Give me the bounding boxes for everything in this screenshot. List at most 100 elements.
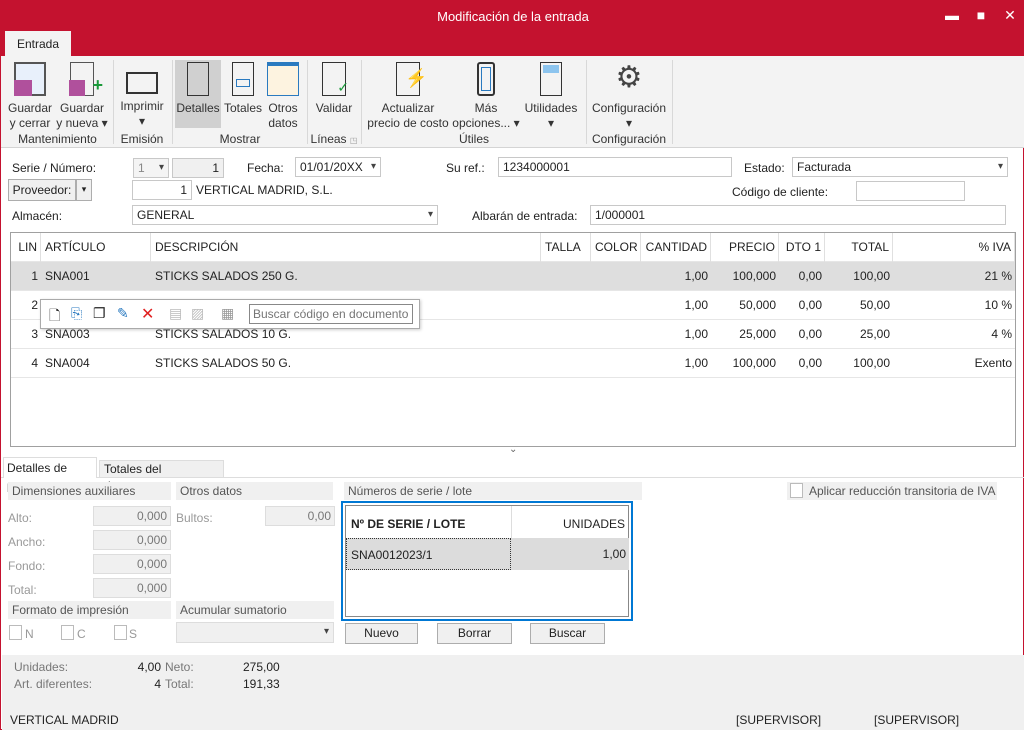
actualizar-precio-button[interactable]: ⚡ Actualizar precio de costo xyxy=(365,60,451,131)
dimensiones-section: Dimensiones auxiliares xyxy=(8,482,171,500)
totales-button[interactable]: Totales xyxy=(223,60,263,116)
fecha-picker[interactable]: 01/01/20XX xyxy=(295,157,381,177)
dialog-launcher-icon[interactable]: ◳ xyxy=(350,136,358,145)
cell: 0,00 xyxy=(798,269,822,283)
formato-n-checkbox[interactable] xyxy=(9,625,22,640)
search-code-input[interactable] xyxy=(249,304,413,324)
unidades-value: 4,00 xyxy=(137,660,161,674)
minimize-button[interactable]: ▬ xyxy=(937,1,967,31)
almacen-select[interactable]: GENERAL xyxy=(132,205,438,225)
alto-field[interactable]: 0,000 xyxy=(93,506,171,526)
insert-line-icon[interactable]: ⎘ xyxy=(71,305,82,322)
buscar-button[interactable]: Buscar xyxy=(530,623,605,644)
divider xyxy=(361,60,362,144)
total-field[interactable]: 0,000 xyxy=(93,578,171,598)
imprimir-button[interactable]: Imprimir ▾ xyxy=(117,60,167,129)
cell: 1 xyxy=(31,269,38,283)
cell: 25,000 xyxy=(739,327,776,341)
cell: 1,00 xyxy=(684,327,708,341)
validar-button[interactable]: ✓ Validar xyxy=(311,60,357,116)
details-icon xyxy=(187,62,209,96)
tab-totales-documento[interactable]: Totales del documento xyxy=(99,460,224,493)
divider xyxy=(307,60,308,144)
maximize-button[interactable]: ■ xyxy=(966,1,996,31)
serie-select[interactable]: 1 xyxy=(133,158,169,178)
column-header[interactable]: TALLA xyxy=(541,233,591,262)
acumular-select[interactable] xyxy=(176,622,334,643)
codigo-cliente-field[interactable] xyxy=(856,181,965,201)
cell: 100,000 xyxy=(732,356,776,370)
label: Actualizar xyxy=(381,101,435,115)
nuevo-button[interactable]: Nuevo xyxy=(345,623,418,644)
column-header[interactable]: DTO 1 xyxy=(779,233,825,262)
utilidades-button[interactable]: Utilidades ▾ xyxy=(523,60,579,131)
cell: 0,00 xyxy=(798,298,822,312)
estado-select[interactable]: Facturada xyxy=(792,157,1008,177)
iva-reduccion-checkbox[interactable] xyxy=(790,483,803,498)
otros-datos-button[interactable]: Otros datos xyxy=(265,60,301,131)
new-line-icon[interactable]: 🗋 xyxy=(49,305,60,329)
guardar-nueva-button[interactable]: + Guardar y nueva ▾ xyxy=(56,60,108,131)
label: datos xyxy=(268,116,298,130)
suref-field[interactable]: 1234000001 xyxy=(498,157,732,177)
column-header[interactable]: TOTAL xyxy=(825,233,893,262)
label: Guardar xyxy=(7,101,53,115)
guardar-cerrar-button[interactable]: Guardar y cerrar xyxy=(6,60,54,131)
label: C xyxy=(77,627,86,641)
value: 01/01/20XX xyxy=(300,160,363,174)
group-utiles: Útiles xyxy=(458,132,489,146)
column-header[interactable]: PRECIO xyxy=(711,233,779,262)
tab-detalles-linea[interactable]: Detalles de línea xyxy=(3,457,97,495)
splitter-chevron-icon[interactable]: ⌄ xyxy=(509,444,517,455)
iva-reduccion-label: Aplicar reducción transitoria de IVA xyxy=(787,482,997,500)
close-button[interactable]: ✕ xyxy=(995,1,1024,31)
borrar-button[interactable]: Borrar xyxy=(437,623,512,644)
estado-label: Estado: xyxy=(744,161,785,175)
mas-opciones-button[interactable]: Más opciones... ▾ xyxy=(451,60,521,131)
formato-c-checkbox[interactable] xyxy=(61,625,74,640)
tab-entrada[interactable]: Entrada xyxy=(5,31,71,56)
table-row[interactable]: 1 SNA001 STICKS SALADOS 250 G. 1,00 100,000 0… xyxy=(11,262,1015,291)
image-icon[interactable]: ▨ xyxy=(191,305,204,322)
cell xyxy=(541,349,591,378)
column-header[interactable]: COLOR xyxy=(591,233,641,262)
proveedor-code-field[interactable]: 1 xyxy=(132,180,192,200)
art-label: Art. diferentes: xyxy=(14,677,93,691)
cell: 1,00 xyxy=(684,356,708,370)
detalles-button[interactable]: Detalles xyxy=(175,60,221,128)
cell: STICKS SALADOS 50 G. xyxy=(155,356,292,370)
column-header[interactable]: ARTÍCULO xyxy=(41,233,151,262)
summary-total-value: 191,33 xyxy=(243,677,280,691)
label: Guardar xyxy=(59,101,105,115)
formato-s-checkbox[interactable] xyxy=(114,625,127,640)
bultos-field[interactable]: 0,00 xyxy=(265,506,335,526)
proveedor-button[interactable]: Proveedor: xyxy=(8,179,76,201)
ancho-field[interactable]: 0,000 xyxy=(93,530,171,550)
column-header[interactable]: % IVA xyxy=(893,233,1015,262)
component-icon[interactable]: ▦ xyxy=(221,305,234,322)
column-header[interactable]: CANTIDAD xyxy=(641,233,711,262)
edit-line-icon[interactable]: ✎ xyxy=(117,305,129,322)
value: 1 xyxy=(138,161,145,175)
codigo-cliente-label: Código de cliente: xyxy=(732,185,829,199)
update-cost-icon: ⚡ xyxy=(396,62,427,96)
fondo-field[interactable]: 0,000 xyxy=(93,554,171,574)
configuracion-button[interactable]: ⚙ Configuración ▾ xyxy=(589,60,669,131)
column-header[interactable]: DESCRIPCIÓN xyxy=(151,233,541,262)
delete-line-icon[interactable]: ✕ xyxy=(141,304,154,324)
proveedor-dropdown[interactable]: ▾ xyxy=(76,179,92,201)
notes-icon[interactable]: ▤ xyxy=(169,305,182,322)
table-row[interactable]: 4 SNA004 STICKS SALADOS 50 G. 1,00 100,000 0,… xyxy=(11,349,1015,378)
label: Totales xyxy=(223,101,263,115)
unidades-label: Unidades: xyxy=(14,660,69,674)
copy-line-icon[interactable]: ❐ xyxy=(93,305,106,322)
value: Facturada xyxy=(797,160,852,174)
column-header[interactable]: LIN xyxy=(11,233,41,262)
albaran-field[interactable]: 1/000001 xyxy=(590,205,1006,225)
save-new-icon: + xyxy=(69,62,103,96)
serie-row[interactable]: SNA0012023/1 1,00 xyxy=(346,538,629,570)
numero-field[interactable]: 1 xyxy=(172,158,224,178)
serie-label: Serie / Número: xyxy=(12,161,97,175)
almacen-label: Almacén: xyxy=(12,209,63,223)
cell: 50,000 xyxy=(739,298,776,312)
